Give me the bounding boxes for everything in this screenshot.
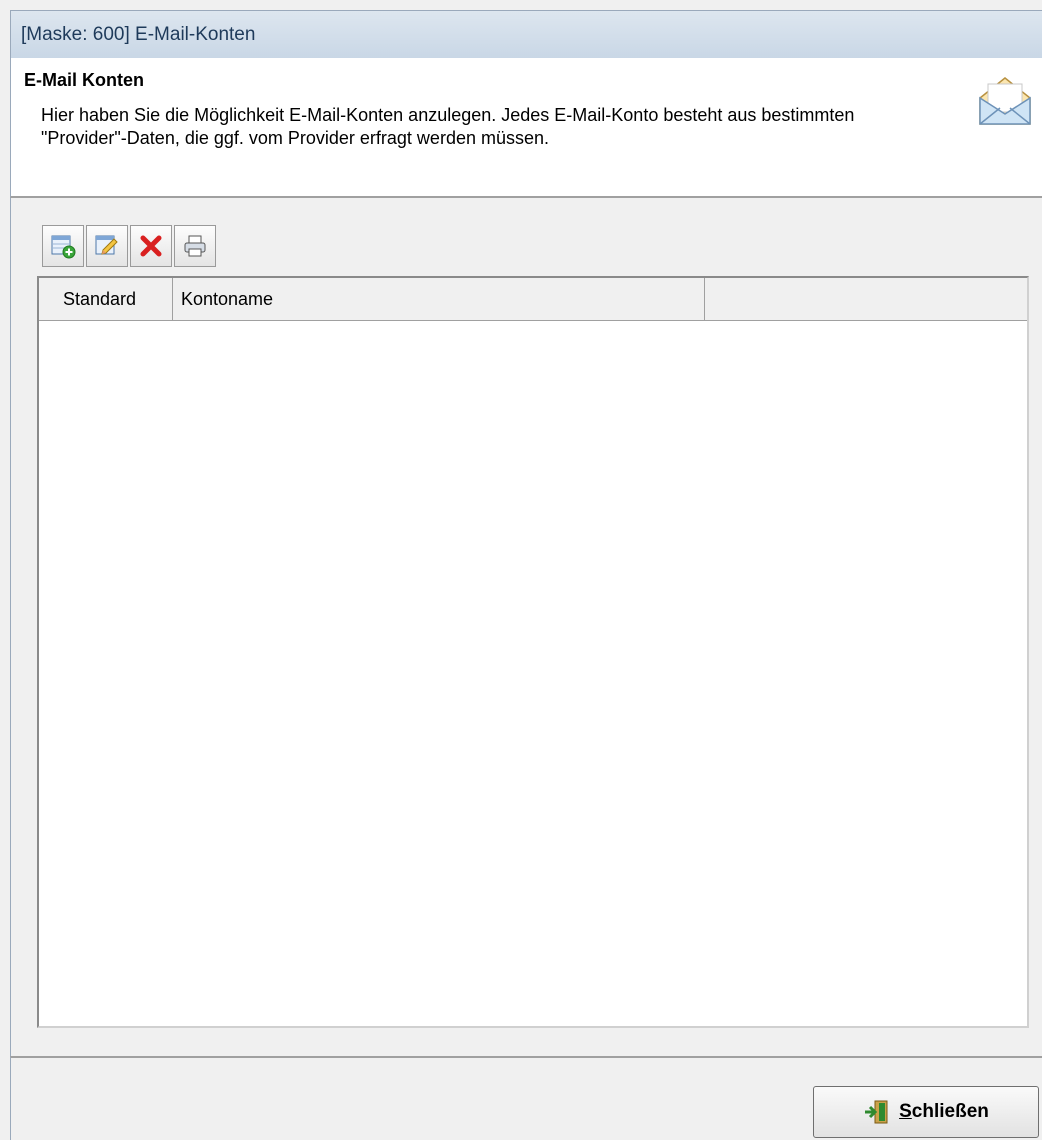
table-header: Standard Kontoname — [39, 278, 1027, 321]
column-header-kontoname[interactable]: Kontoname — [173, 278, 705, 320]
header-panel: E-Mail Konten Hier haben Sie die Möglich… — [10, 58, 1042, 198]
accounts-table[interactable]: Standard Kontoname — [37, 276, 1029, 1028]
content-panel: Standard Kontoname — [10, 198, 1042, 1056]
window-titlebar: [Maske: 600] E-Mail-Konten — [10, 10, 1042, 58]
close-button-label: Schließen — [899, 1101, 989, 1122]
window-title: [Maske: 600] E-Mail-Konten — [21, 24, 256, 45]
add-record-icon — [51, 235, 76, 259]
print-button[interactable] — [174, 225, 216, 267]
close-button[interactable]: Schließen — [813, 1086, 1039, 1138]
column-header-empty[interactable] — [705, 278, 1027, 320]
column-header-standard[interactable]: Standard — [39, 278, 173, 320]
delete-button[interactable] — [130, 225, 172, 267]
print-icon — [184, 235, 206, 257]
footer-panel: Schließen — [10, 1056, 1042, 1140]
delete-icon — [140, 235, 162, 257]
edit-button[interactable] — [86, 225, 128, 267]
page-description: Hier haben Sie die Möglichkeit E-Mail-Ko… — [41, 105, 855, 148]
page-title: E-Mail Konten — [24, 70, 144, 90]
email-envelope-icon — [979, 77, 1031, 125]
toolbar — [42, 225, 218, 267]
exit-door-icon — [865, 1100, 888, 1124]
edit-record-icon — [95, 235, 118, 255]
add-button[interactable] — [42, 225, 84, 267]
